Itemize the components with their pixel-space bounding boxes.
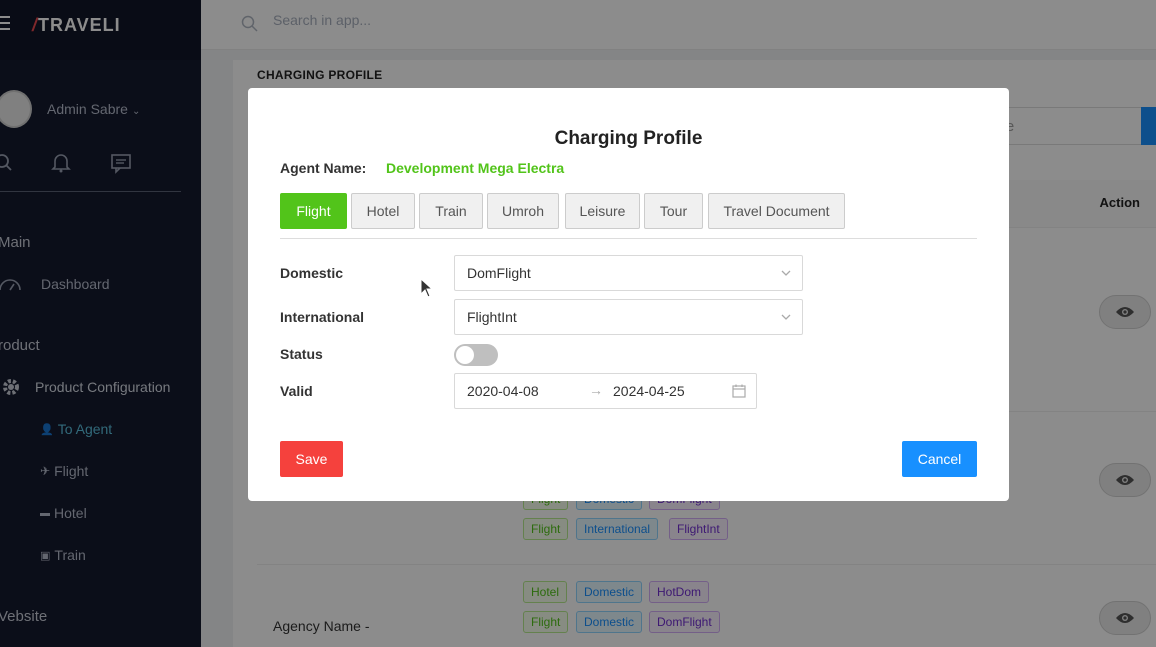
mouse-cursor-icon — [420, 278, 434, 298]
tab-umroh[interactable]: Umroh — [487, 193, 559, 229]
toggle-knob — [456, 346, 474, 364]
save-button[interactable]: Save — [280, 441, 343, 477]
domestic-select[interactable]: DomFlight — [454, 255, 803, 291]
tab-flight[interactable]: Flight — [280, 193, 347, 229]
domestic-label: Domestic — [280, 265, 344, 281]
valid-date-range[interactable]: 2020-04-08 → 2024-04-25 — [454, 373, 757, 409]
chevron-down-icon — [781, 270, 791, 276]
international-label: International — [280, 309, 365, 325]
agent-name-label: Agent Name: — [280, 160, 367, 176]
cancel-button[interactable]: Cancel — [902, 441, 977, 477]
valid-start-date[interactable]: 2020-04-08 — [467, 383, 539, 399]
tab-travel-document[interactable]: Travel Document — [708, 193, 845, 229]
valid-label: Valid — [280, 383, 313, 399]
tab-hotel[interactable]: Hotel — [351, 193, 415, 229]
tab-leisure[interactable]: Leisure — [565, 193, 640, 229]
international-select[interactable]: FlightInt — [454, 299, 803, 335]
chevron-down-icon — [781, 314, 791, 320]
domestic-select-value: DomFlight — [467, 265, 531, 281]
charging-profile-modal: Charging Profile Agent Name: Development… — [248, 88, 1009, 501]
modal-title: Charging Profile — [554, 128, 703, 149]
calendar-icon — [732, 384, 746, 398]
tab-train[interactable]: Train — [419, 193, 483, 229]
agent-name-value: Development Mega Electra — [386, 160, 565, 176]
arrow-right-icon: → — [589, 382, 603, 398]
product-tabs: Flight Hotel Train Umroh Leisure Tour Tr… — [280, 193, 977, 239]
tab-tour[interactable]: Tour — [644, 193, 703, 229]
valid-end-date[interactable]: 2024-04-25 — [613, 383, 685, 399]
status-label: Status — [280, 346, 323, 362]
status-toggle[interactable] — [454, 344, 498, 366]
international-select-value: FlightInt — [467, 309, 517, 325]
